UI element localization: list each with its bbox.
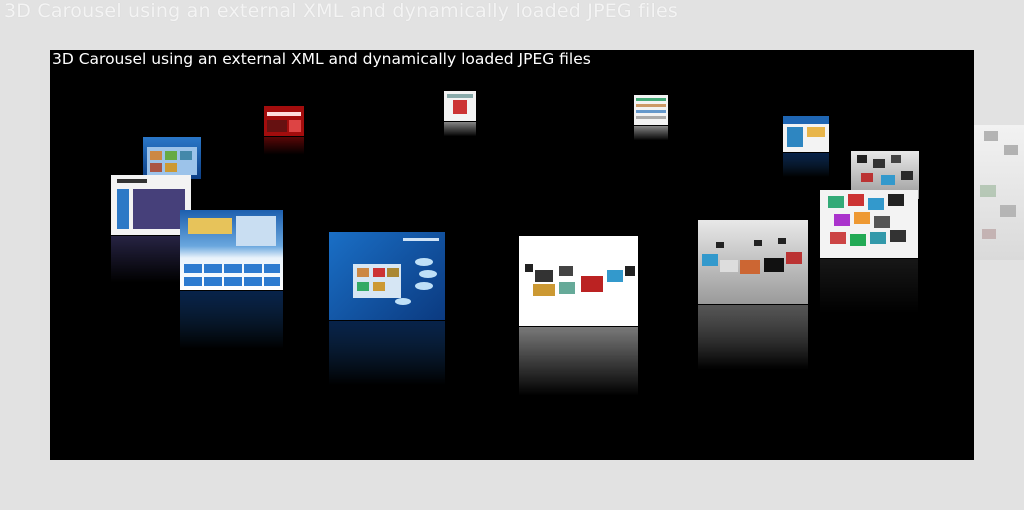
- carousel-item-grey-gallery[interactable]: [698, 220, 808, 385]
- adjacent-carousel-preview: [974, 125, 1024, 260]
- page-heading: 3D Carousel using an external XML and dy…: [4, 0, 678, 22]
- carousel-item-red-page[interactable]: [264, 106, 304, 159]
- carousel-item-small-center-1[interactable]: [444, 91, 476, 140]
- carousel-title: 3D Carousel using an external XML and dy…: [52, 50, 591, 68]
- carousel-item-blue-left-top[interactable]: [143, 137, 201, 179]
- carousel-item-blue-right[interactable]: [783, 116, 829, 183]
- carousel-item-small-center-2[interactable]: [634, 95, 668, 144]
- carousel-item-white-left[interactable]: [111, 175, 191, 294]
- carousel-item-gallery-right[interactable]: [820, 190, 918, 327]
- carousel-item-white-center[interactable]: [519, 236, 638, 413]
- carousel-item-flash-gallery[interactable]: [329, 232, 445, 401]
- carousel-stage[interactable]: 3D Carousel using an external XML and dy…: [50, 50, 974, 460]
- carousel-item-blue-grid[interactable]: [180, 210, 283, 363]
